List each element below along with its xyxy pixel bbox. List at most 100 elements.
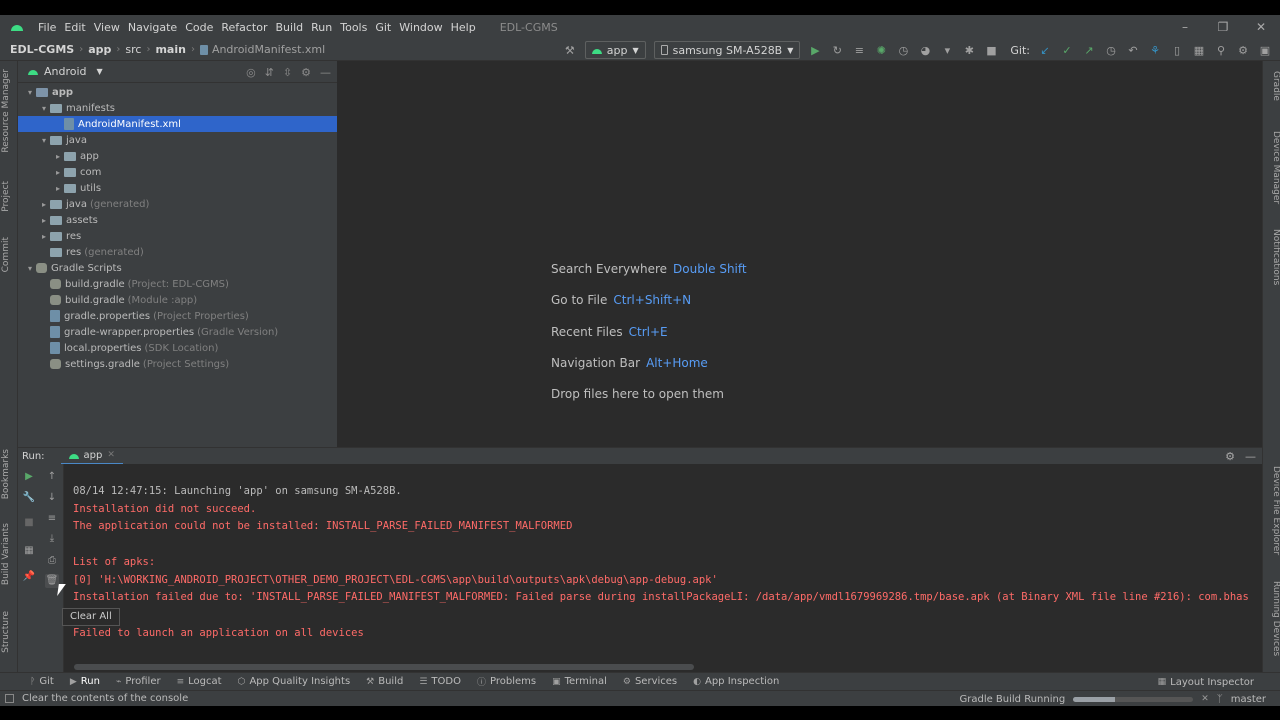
debug-icon[interactable]: ✺ bbox=[874, 43, 888, 57]
tree-item[interactable]: gradle.properties (Project Properties) bbox=[18, 308, 337, 324]
settings-gear-icon[interactable]: ⚙ bbox=[1236, 43, 1250, 57]
device-manager-icon[interactable]: ▯ bbox=[1170, 43, 1184, 57]
down-arrow-icon[interactable]: ↓ bbox=[45, 491, 59, 505]
tree-item[interactable]: ▸ com bbox=[18, 164, 337, 180]
tool-window-gradle[interactable]: Gradle bbox=[1265, 71, 1280, 101]
welcome-hint-shortcut[interactable]: Ctrl+Shift+N bbox=[613, 293, 691, 307]
menu-git[interactable]: Git bbox=[371, 21, 395, 34]
chevron-right-icon[interactable]: ▸ bbox=[38, 232, 50, 241]
tool-windows-toggle-icon[interactable] bbox=[5, 694, 14, 703]
tree-item[interactable]: ▸ java (generated) bbox=[18, 196, 337, 212]
chevron-right-icon[interactable]: ▸ bbox=[38, 200, 50, 209]
run-console[interactable]: 08/14 12:47:15: Launching 'app' on samsu… bbox=[64, 464, 1262, 672]
welcome-hint-shortcut[interactable]: Alt+Home bbox=[646, 356, 708, 370]
breadcrumb-main[interactable]: main bbox=[155, 43, 186, 56]
chevron-down-icon[interactable]: ▾ bbox=[24, 264, 36, 273]
tool-window-commit[interactable]: Commit bbox=[1, 237, 17, 272]
close-tab-icon[interactable]: ✕ bbox=[107, 450, 115, 460]
tool-window-structure[interactable]: Structure bbox=[1, 611, 17, 653]
settings-gear-icon[interactable]: ⚙ bbox=[1225, 450, 1235, 463]
minimize-icon[interactable]: – bbox=[1166, 15, 1204, 39]
welcome-hint-shortcut[interactable]: Double Shift bbox=[673, 262, 747, 276]
project-view-mode[interactable]: Android bbox=[44, 65, 87, 78]
trash-icon[interactable]: 🗑 bbox=[45, 574, 59, 588]
pin-icon[interactable]: 📌 bbox=[22, 570, 36, 584]
tool-window-project[interactable]: Project bbox=[1, 181, 17, 212]
more-run-options-icon[interactable]: ▾ bbox=[940, 43, 954, 57]
tool-window-device-file-explorer[interactable]: Device File Explorer bbox=[1265, 466, 1280, 555]
wrench-icon[interactable]: 🔧 bbox=[22, 491, 36, 505]
tree-item[interactable]: build.gradle (Module :app) bbox=[18, 292, 337, 308]
plugin-icon[interactable]: ▣ bbox=[1258, 43, 1272, 57]
menu-run[interactable]: Run bbox=[307, 21, 336, 34]
chevron-down-icon[interactable]: ▾ bbox=[24, 88, 36, 97]
menu-navigate[interactable]: Navigate bbox=[124, 21, 181, 34]
tree-item[interactable]: ▸ assets bbox=[18, 212, 337, 228]
welcome-hint-shortcut[interactable]: Ctrl+E bbox=[629, 325, 668, 339]
tree-item[interactable]: gradle-wrapper.properties (Gradle Version… bbox=[18, 324, 337, 340]
sdk-manager-icon[interactable]: ▦ bbox=[1192, 43, 1206, 57]
history-icon[interactable]: ◷ bbox=[1104, 43, 1118, 57]
tool-window-running-devices[interactable]: Running Devices bbox=[1265, 581, 1280, 656]
restore-icon[interactable]: ❐ bbox=[1204, 15, 1242, 39]
menu-build[interactable]: Build bbox=[272, 21, 308, 34]
hide-panel-icon[interactable]: — bbox=[1245, 450, 1256, 463]
tree-item[interactable]: ▸ app bbox=[18, 148, 337, 164]
bottom-tool-git[interactable]: ᚹ Git bbox=[22, 673, 62, 691]
tree-item[interactable]: ▾ manifests bbox=[18, 100, 337, 116]
soft-wrap-icon[interactable]: ≡ bbox=[45, 512, 59, 526]
git-commit-icon[interactable]: ✓ bbox=[1060, 43, 1074, 57]
chevron-down-icon[interactable]: ▼ bbox=[97, 67, 103, 76]
select-opened-file-icon[interactable]: ◎ bbox=[246, 66, 256, 79]
layout-icon[interactable]: ▦ bbox=[22, 544, 36, 558]
tool-window-resource-manager[interactable]: Resource Manager bbox=[1, 69, 17, 153]
attach-debugger-icon[interactable]: ◕ bbox=[918, 43, 932, 57]
menu-window[interactable]: Window bbox=[395, 21, 446, 34]
chevron-right-icon[interactable]: ▸ bbox=[52, 152, 64, 161]
bottom-tool-profiler[interactable]: ⌁ Profiler bbox=[108, 673, 169, 691]
chevron-right-icon[interactable]: ▸ bbox=[52, 168, 64, 177]
tree-item[interactable]: ▾ Gradle Scripts bbox=[18, 260, 337, 276]
bottom-tool-problems[interactable]: ⓘ Problems bbox=[469, 673, 544, 691]
attach-process-icon[interactable]: ✱ bbox=[962, 43, 976, 57]
rollback-icon[interactable]: ↶ bbox=[1126, 43, 1140, 57]
up-arrow-icon[interactable]: ↑ bbox=[45, 470, 59, 484]
tree-item[interactable]: ▾ app bbox=[18, 84, 337, 100]
profile-icon[interactable]: ◷ bbox=[896, 43, 910, 57]
menu-help[interactable]: Help bbox=[447, 21, 480, 34]
menu-refactor[interactable]: Refactor bbox=[217, 21, 271, 34]
collapse-all-icon[interactable]: ⇳ bbox=[283, 66, 292, 79]
options-gear-icon[interactable]: ⚙ bbox=[301, 66, 311, 79]
apply-changes-icon[interactable]: ↻ bbox=[830, 43, 844, 57]
tree-item[interactable]: ▸ res bbox=[18, 228, 337, 244]
bottom-tool-terminal[interactable]: ▣ Terminal bbox=[544, 673, 615, 691]
run-icon[interactable]: ▶ bbox=[808, 43, 822, 57]
tool-window-build-variants[interactable]: Build Variants bbox=[1, 523, 17, 585]
tree-item[interactable]: local.properties (SDK Location) bbox=[18, 340, 337, 356]
chevron-right-icon[interactable]: ▸ bbox=[38, 216, 50, 225]
tool-window-bookmarks[interactable]: Bookmarks bbox=[1, 449, 17, 499]
tree-item[interactable]: res (generated) bbox=[18, 244, 337, 260]
apply-code-changes-icon[interactable]: ≡ bbox=[852, 43, 866, 57]
tree-item[interactable]: ▾ java bbox=[18, 132, 337, 148]
bottom-tool-app-quality-insights[interactable]: ⬡ App Quality Insights bbox=[230, 673, 359, 691]
bottom-tool-run[interactable]: ▶ Run bbox=[62, 673, 108, 691]
tree-item[interactable]: ▸ utils bbox=[18, 180, 337, 196]
hammer-icon[interactable]: ⚒ bbox=[563, 43, 577, 57]
background-task-label[interactable]: Gradle Build Running bbox=[959, 694, 1065, 705]
run-tab-app[interactable]: app ✕ bbox=[60, 448, 123, 465]
menu-code[interactable]: Code bbox=[181, 21, 217, 34]
print-icon[interactable]: ⎙ bbox=[45, 554, 59, 568]
menu-view[interactable]: View bbox=[90, 21, 124, 34]
bottom-tool-todo[interactable]: ☰ TODO bbox=[411, 673, 469, 691]
git-update-icon[interactable]: ↙ bbox=[1038, 43, 1052, 57]
tool-window-notifications[interactable]: Notifications bbox=[1265, 229, 1280, 285]
bottom-tool-logcat[interactable]: ≡ Logcat bbox=[169, 673, 230, 691]
breadcrumb-module[interactable]: app bbox=[88, 43, 111, 56]
horizontal-scrollbar[interactable] bbox=[74, 664, 694, 670]
chevron-right-icon[interactable]: ▸ bbox=[52, 184, 64, 193]
tool-window-device-manager[interactable]: Device Manager bbox=[1265, 131, 1280, 204]
chevron-down-icon[interactable]: ▾ bbox=[38, 104, 50, 113]
breadcrumb-file[interactable]: AndroidManifest.xml bbox=[212, 43, 325, 56]
tree-item[interactable]: build.gradle (Project: EDL-CGMS) bbox=[18, 276, 337, 292]
